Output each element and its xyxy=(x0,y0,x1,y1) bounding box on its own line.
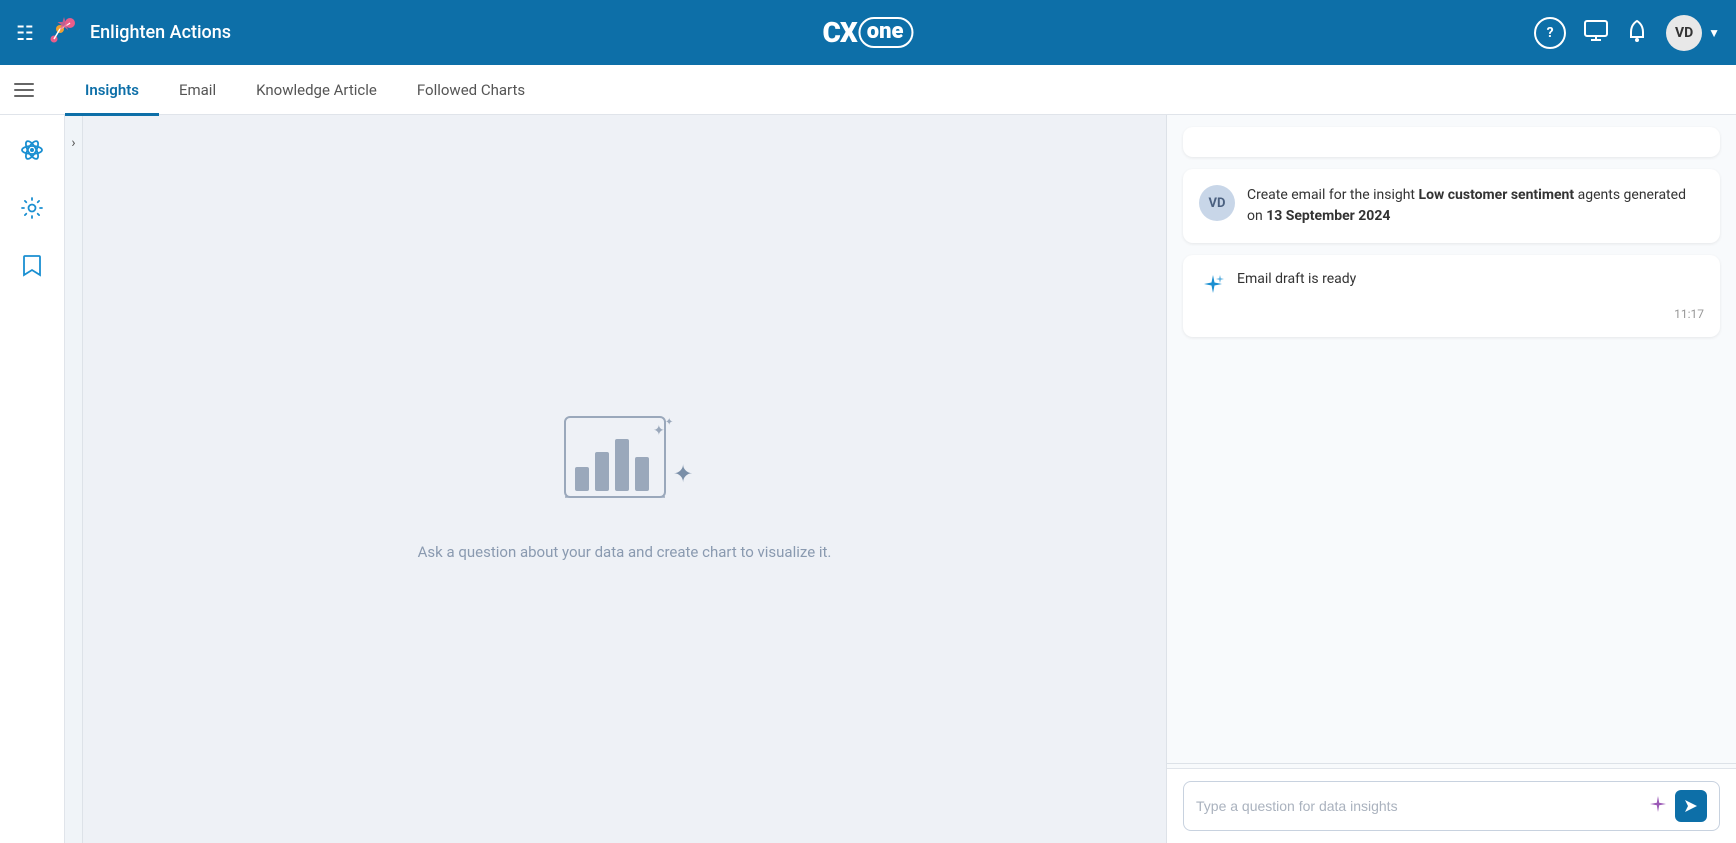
chat-bubble-top-partial xyxy=(1183,127,1720,157)
svg-text:✦: ✦ xyxy=(673,460,693,488)
bookmark-icon[interactable] xyxy=(13,247,51,285)
chart-placeholder-icon: ✦ ✦ ✦ xyxy=(545,397,705,527)
brand-icon xyxy=(46,15,82,51)
avatar[interactable]: VD xyxy=(1666,15,1702,51)
brand-logo: Enlighten Actions xyxy=(46,15,231,51)
topbar-center: CX one xyxy=(822,16,913,49)
chat-timestamp: 11:17 xyxy=(1199,307,1704,321)
input-sparkle-icon xyxy=(1649,795,1667,818)
chat-panel: VD Create email for the insight Low cust… xyxy=(1166,115,1736,843)
chat-input-area xyxy=(1167,768,1736,843)
atom-icon[interactable] xyxy=(13,131,51,169)
grid-menu-icon[interactable]: ☷ xyxy=(16,21,34,45)
tab-followed-charts[interactable]: Followed Charts xyxy=(397,67,545,116)
chat-response-bubble: Email draft is ready 11:17 xyxy=(1183,255,1720,337)
empty-state-text: Ask a question about your data and creat… xyxy=(418,543,832,561)
bell-icon[interactable] xyxy=(1626,19,1648,47)
tab-knowledge-article[interactable]: Knowledge Article xyxy=(236,67,397,116)
user-avatar-group[interactable]: VD ▼ xyxy=(1666,15,1720,51)
chevron-down-icon: ▼ xyxy=(1708,26,1720,40)
sidebar xyxy=(0,115,65,843)
center-content: ✦ ✦ ✦ Ask a question about your data and… xyxy=(83,115,1166,843)
send-button[interactable] xyxy=(1675,790,1707,822)
secondary-nav: Insights Email Knowledge Article Followe… xyxy=(0,65,1736,115)
expand-arrow-icon: › xyxy=(71,135,75,151)
cxone-logo: CX one xyxy=(822,16,913,49)
tab-email[interactable]: Email xyxy=(159,67,236,116)
svg-text:✦: ✦ xyxy=(665,417,673,428)
chat-message-user: VD Create email for the insight Low cust… xyxy=(1183,169,1720,243)
topbar-left: ☷ Enlighten Actions xyxy=(16,15,231,51)
hamburger-menu-icon[interactable] xyxy=(14,83,34,97)
chat-divider xyxy=(1167,763,1736,764)
main-layout: › ✦ ✦ ✦ xyxy=(0,115,1736,843)
empty-state: ✦ ✦ ✦ Ask a question about your data and… xyxy=(418,397,832,561)
monitor-icon[interactable] xyxy=(1584,20,1608,46)
chat-response-text: Email draft is ready xyxy=(1237,271,1704,287)
tab-insights[interactable]: Insights xyxy=(65,67,159,116)
cx-text: CX xyxy=(822,16,856,49)
svg-text:✦: ✦ xyxy=(653,423,665,439)
ai-sparkle-icon xyxy=(1199,271,1227,299)
chat-input[interactable] xyxy=(1196,798,1641,814)
brand-name: Enlighten Actions xyxy=(90,22,231,43)
panel-expander[interactable]: › xyxy=(65,115,83,843)
chat-message-text: Create email for the insight Low custome… xyxy=(1247,185,1704,227)
topbar-right: ? VD ▼ xyxy=(1534,15,1720,51)
chat-input-wrapper xyxy=(1183,781,1720,831)
chat-messages: VD Create email for the insight Low cust… xyxy=(1167,115,1736,759)
user-avatar-bubble: VD xyxy=(1199,185,1235,221)
one-cloud: one xyxy=(859,17,914,48)
settings-icon[interactable] xyxy=(13,189,51,227)
topbar: ☷ Enlighten Actions CX one xyxy=(0,0,1736,65)
help-icon[interactable]: ? xyxy=(1534,17,1566,49)
